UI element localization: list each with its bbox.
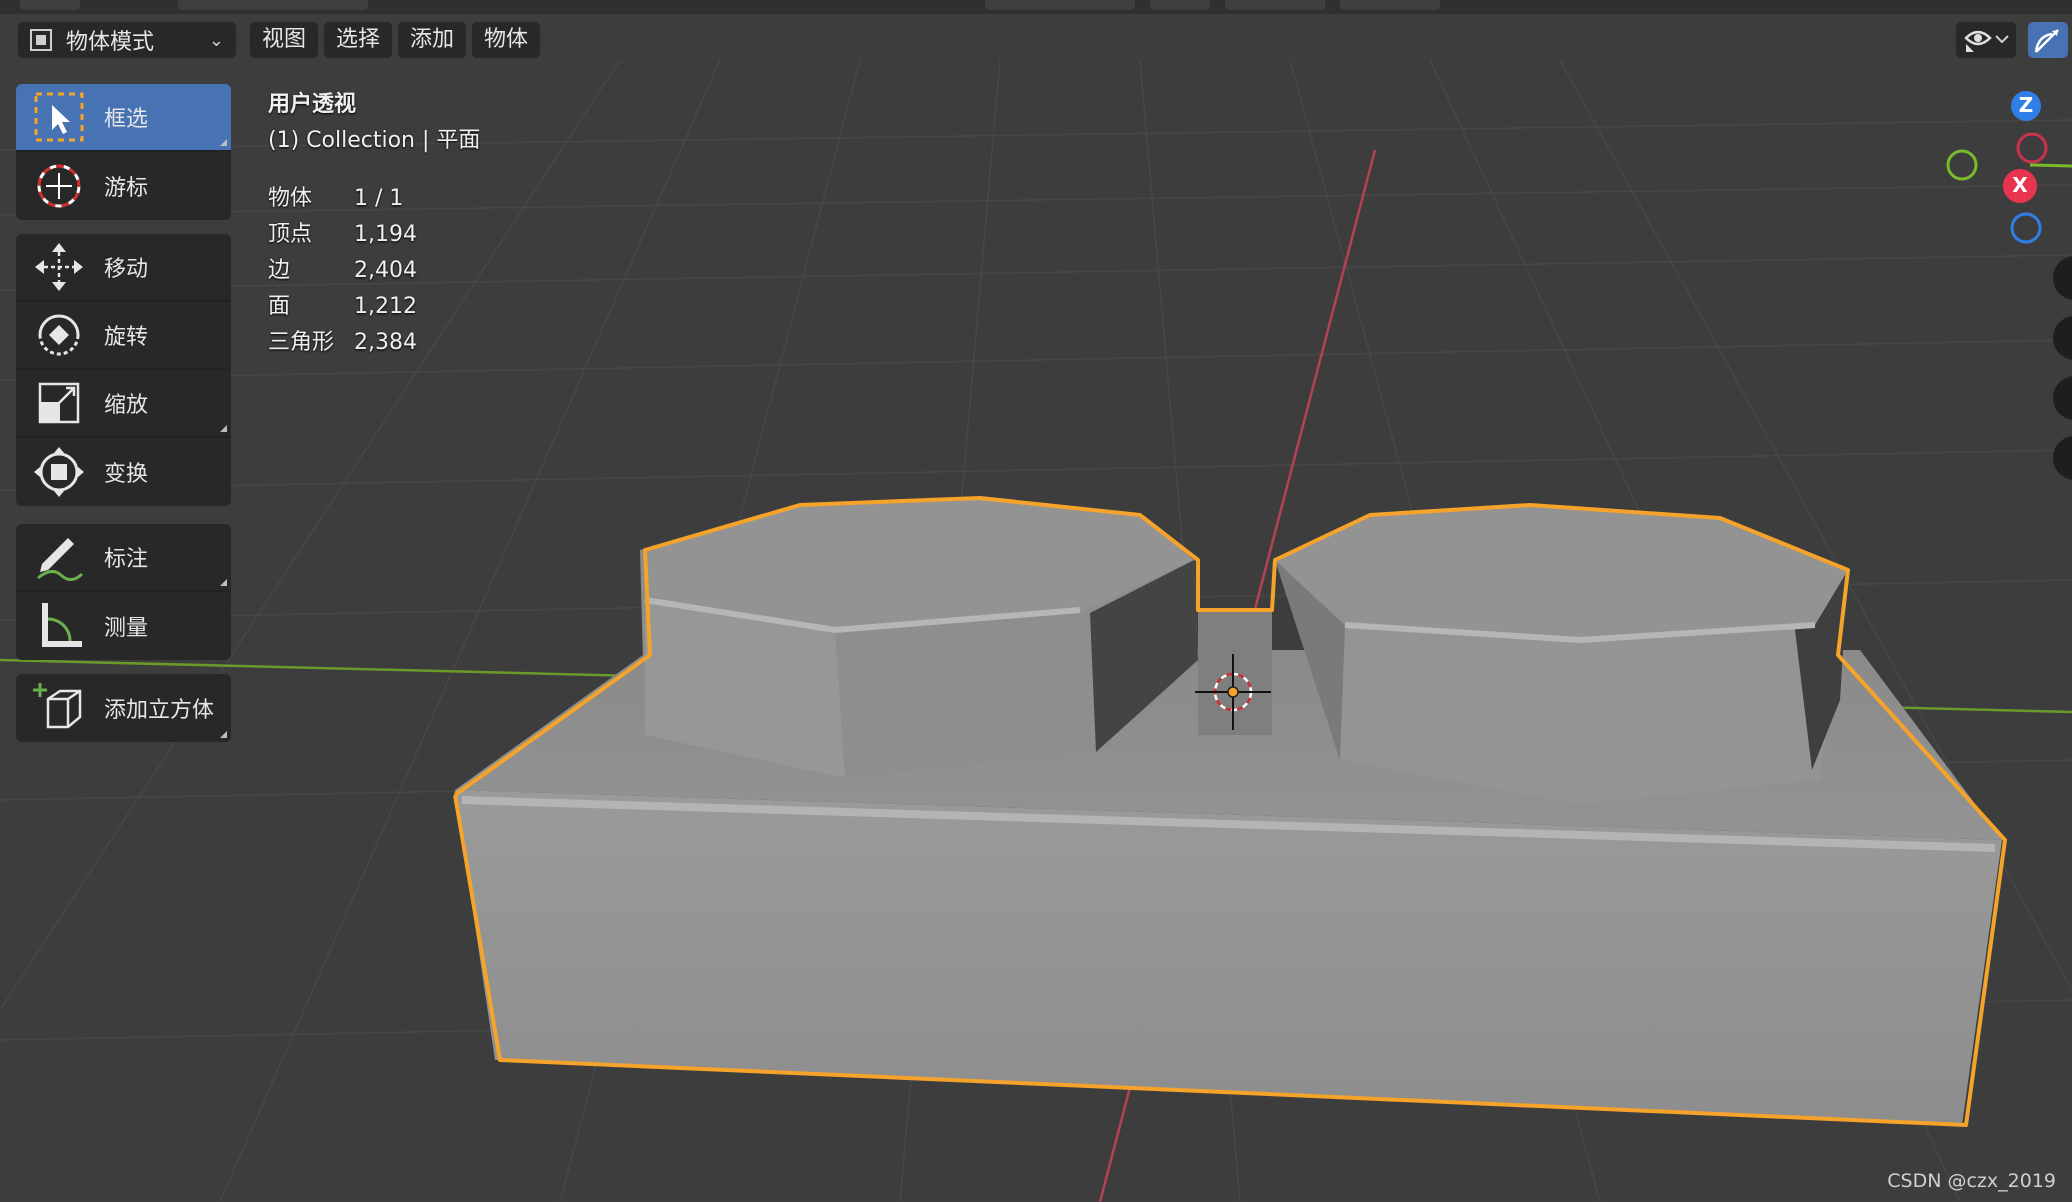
rotate-icon [38, 314, 80, 356]
toolbar-group-annotate: 标注 测量 [16, 524, 231, 660]
visibility-dropdown[interactable] [1956, 22, 2016, 58]
gizmo-x-label[interactable]: X [2010, 173, 2030, 197]
submenu-corner-icon[interactable] [220, 425, 227, 432]
tool-transform[interactable]: 变换 [16, 438, 231, 506]
menu-add[interactable]: 添加 [398, 22, 467, 58]
eye-icon [1964, 30, 2009, 52]
object-mode-icon [30, 29, 52, 51]
move-icon [35, 243, 83, 291]
gizmo-z-label[interactable]: Z [2016, 93, 2036, 117]
top-strip-chip[interactable] [985, 0, 1135, 10]
top-strip-chip[interactable] [1340, 0, 1440, 10]
measure-icon [42, 603, 82, 647]
tool-measure[interactable]: 测量 [16, 592, 231, 660]
viewport-header: 物体模式 ⌄ 视图 选择 添加 物体 [0, 18, 2072, 62]
toolbar-group-transform: 移动 旋转 缩放 变换 [16, 234, 231, 506]
stat-label: 物体 [268, 186, 313, 211]
tool-select-box[interactable]: 框选 [16, 84, 231, 152]
gizmo-icon [2034, 29, 2059, 53]
top-strip-chip[interactable] [20, 0, 80, 10]
tool-label: 变换 [104, 462, 149, 487]
submenu-corner-icon[interactable] [220, 731, 227, 738]
tool-cursor[interactable]: 游标 [16, 152, 231, 220]
stat-label: 面 [268, 294, 291, 319]
nav-buttons-edge [2053, 256, 2072, 480]
stat-value: 2,384 [354, 330, 417, 355]
scale-icon [38, 382, 80, 424]
menu-select[interactable]: 选择 [324, 22, 393, 58]
cursor-icon [37, 164, 81, 208]
stat-value: 1,194 [354, 222, 417, 247]
tool-label: 旋转 [104, 325, 149, 350]
stat-value: 1 / 1 [354, 186, 404, 211]
tool-label: 缩放 [104, 393, 149, 418]
toolbar-group-add: 添加立方体 [16, 674, 231, 742]
top-strip [0, 0, 2072, 14]
stat-label: 顶点 [268, 222, 313, 247]
menu-view[interactable]: 视图 [250, 22, 319, 58]
add-cube-icon [33, 683, 82, 729]
stat-vertices: 顶点 1,194 [268, 216, 417, 248]
submenu-corner-icon[interactable] [220, 139, 227, 146]
watermark: CSDN @czx_2019 [1887, 1170, 2056, 1192]
toolbar-group-select: 框选 游标 [16, 84, 231, 220]
mode-label: 物体模式 [66, 30, 155, 55]
tool-label: 添加立方体 [104, 698, 215, 723]
tool-add-cube[interactable]: 添加立方体 [16, 674, 231, 742]
stat-label: 边 [268, 258, 291, 283]
top-strip-chip[interactable] [1150, 0, 1210, 10]
menu-object[interactable]: 物体 [472, 22, 541, 58]
tool-label: 框选 [104, 107, 149, 132]
stat-triangles: 三角形 2,384 [268, 324, 417, 356]
tool-rotate[interactable]: 旋转 [16, 302, 231, 370]
tool-label: 移动 [104, 257, 149, 282]
stat-value: 2,404 [354, 258, 417, 283]
transform-icon [34, 447, 84, 497]
stat-objects: 物体 1 / 1 [268, 180, 403, 212]
collection-label: (1) Collection | 平面 [268, 128, 481, 153]
stat-label: 三角形 [268, 330, 335, 355]
tool-annotate[interactable]: 标注 [16, 524, 231, 592]
tool-scale[interactable]: 缩放 [16, 370, 231, 438]
top-strip-chip[interactable] [178, 0, 368, 10]
tool-label: 游标 [104, 176, 149, 201]
stat-value: 1,212 [354, 294, 417, 319]
gizmo-toggle-button[interactable] [2028, 22, 2068, 58]
stat-edges: 边 2,404 [268, 252, 417, 284]
annotate-icon [37, 538, 84, 581]
tool-label: 测量 [104, 616, 149, 641]
chevron-down-icon: ⌄ [208, 30, 224, 51]
navigation-gizmo [1946, 91, 2072, 244]
view-name: 用户透视 [268, 92, 357, 117]
stat-faces: 面 1,212 [268, 288, 417, 320]
tool-label: 标注 [104, 547, 149, 572]
selected-mesh [453, 496, 2007, 1127]
select-box-icon [34, 92, 84, 142]
top-strip-chip[interactable] [1225, 0, 1325, 10]
mode-dropdown[interactable]: 物体模式 ⌄ [18, 22, 236, 58]
tool-move[interactable]: 移动 [16, 234, 231, 302]
submenu-corner-icon[interactable] [220, 579, 227, 586]
